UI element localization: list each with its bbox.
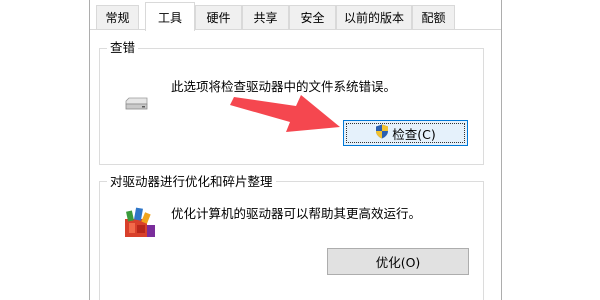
optimize-button[interactable]: 优化(O) bbox=[327, 248, 469, 275]
tab-strip: 常规 工具 硬件 共享 安全 以前的版本 配额 bbox=[90, 0, 501, 31]
optimize-title: 对驱动器进行优化和碎片整理 bbox=[107, 175, 276, 189]
tab-security[interactable]: 安全 bbox=[289, 5, 336, 29]
tab-tools[interactable]: 工具 bbox=[145, 2, 195, 31]
check-button-label: 检查(C) bbox=[392, 126, 436, 142]
optimize-button-label: 优化(O) bbox=[375, 255, 421, 270]
error-check-title: 查错 bbox=[107, 41, 139, 55]
tab-sharing[interactable]: 共享 bbox=[242, 5, 289, 29]
tab-previous-versions[interactable]: 以前的版本 bbox=[336, 5, 412, 29]
check-button[interactable]: 检查(C) bbox=[343, 120, 468, 146]
tab-hardware[interactable]: 硬件 bbox=[195, 5, 242, 29]
optimize-description: 优化计算机的驱动器可以帮助其更高效运行。 bbox=[171, 206, 422, 221]
properties-dialog: 常规 工具 硬件 共享 安全 以前的版本 配额 查错 此选项将检查驱动器中的文件… bbox=[89, 0, 502, 300]
tab-quota[interactable]: 配额 bbox=[412, 5, 455, 29]
tab-general[interactable]: 常规 bbox=[96, 5, 139, 29]
red-arrow-icon bbox=[228, 93, 346, 146]
drive-icon bbox=[123, 95, 149, 114]
defrag-icon bbox=[123, 205, 157, 244]
uac-shield-icon bbox=[375, 124, 389, 142]
